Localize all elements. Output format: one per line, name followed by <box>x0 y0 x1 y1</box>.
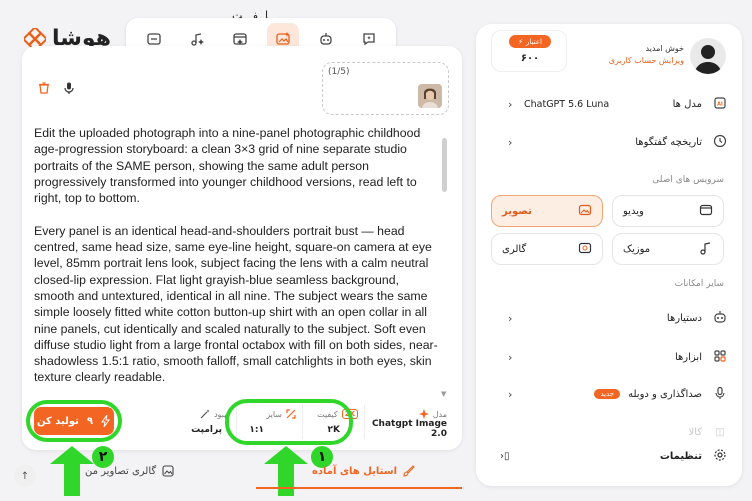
service-video-icon <box>699 203 713 220</box>
chevron-left-icon: ‹ <box>508 311 513 325</box>
sidebar-item-assistants[interactable]: دستیارها ‹ <box>486 304 734 332</box>
gear-icon <box>710 448 730 465</box>
chevron-left-icon: ‹ <box>508 97 513 111</box>
robot-icon <box>710 310 730 327</box>
portrait-thumbnail-icon <box>418 84 442 108</box>
new-badge: جدید <box>594 389 621 399</box>
sidebar-item-dubbing[interactable]: صداگذاری و دوبله جدید ‹ <box>486 380 734 408</box>
service-music-icon <box>699 241 713 258</box>
service-image-icon <box>578 203 592 220</box>
collapse-sidebar-icon[interactable]: ▯‹ <box>500 451 510 462</box>
model-label-row: مدل <box>371 409 447 419</box>
service-video-button[interactable]: ویدیو <box>612 195 724 227</box>
tools-label: ابزارها <box>674 351 702 363</box>
service-video-label: ویدیو <box>623 205 644 217</box>
credit-label: اعتبار <box>526 37 542 46</box>
uploaded-image-thumbnail[interactable] <box>418 84 442 108</box>
annotation-ring-settings <box>225 399 353 445</box>
sidebar-item-history[interactable]: تاریخچه گفتگوها ‹ <box>486 128 734 156</box>
generate-cost: ۹ <box>86 415 94 427</box>
sidebar-item-models[interactable]: AI مدل ها ChatGPT 5.6 Luna ‹ <box>486 90 734 118</box>
folder-icon <box>146 33 161 45</box>
settings-label: تنظیمات <box>659 450 702 462</box>
active-tab-indicator <box>256 487 462 489</box>
service-music-button[interactable]: موزیک <box>612 233 724 265</box>
sidebar-item-tools[interactable]: ابزارها ‹ <box>486 343 734 371</box>
prompt-scrollbar[interactable]: ▼ <box>441 134 449 398</box>
sidebar-item-settings[interactable]: تنظیمات ▯‹ <box>486 442 734 470</box>
service-gallery-button[interactable]: گالری <box>491 233 603 265</box>
generate-label: تولید کن <box>36 415 79 427</box>
chevron-left-icon: ‹ <box>508 387 513 401</box>
assistants-label: دستیارها <box>666 312 702 324</box>
sparkle-icon <box>418 409 429 419</box>
tab-my-gallery[interactable]: گالری تصاویر من <box>85 465 174 477</box>
image-sparkle-icon <box>275 32 290 45</box>
tab-preset-styles[interactable]: استایل های آماده <box>312 465 415 477</box>
microphone-icon <box>64 82 74 94</box>
service-gallery-label: گالری <box>502 243 527 255</box>
model-selector[interactable]: مدل Chatgpt Image 2.0 <box>365 405 453 439</box>
avatar[interactable] <box>690 38 726 74</box>
enhance-label-row: بهبود <box>176 409 230 419</box>
model-label: مدل <box>432 409 447 419</box>
magic-wand-icon <box>200 409 210 419</box>
brush-icon <box>403 465 415 477</box>
main-services-title: سرویس های اصلی <box>652 175 724 185</box>
svg-text:AI: AI <box>717 101 723 107</box>
arrow-up-icon: ↑ <box>20 470 30 482</box>
tab-gallery-label: گالری تصاویر من <box>85 465 157 477</box>
tab-presets-label: استایل های آماده <box>312 465 398 477</box>
upload-count: (1/5) <box>328 67 350 77</box>
video-sparkle-icon <box>232 33 247 45</box>
music-sparkle-icon <box>190 33 204 46</box>
service-image-button[interactable]: تصویر <box>491 195 603 227</box>
credit-badge: اعتبار ⚡ <box>509 35 551 48</box>
delete-button[interactable] <box>37 80 51 99</box>
scrollbar-thumb[interactable] <box>442 138 447 192</box>
lightning-icon <box>101 415 110 427</box>
voice-input-button[interactable] <box>62 80 76 99</box>
service-gallery-icon <box>578 241 592 258</box>
image-icon <box>162 465 174 477</box>
selected-model: ChatGPT 5.6 Luna <box>524 98 610 110</box>
lightning-small-icon: ⚡ <box>518 37 524 46</box>
clock-icon <box>710 134 730 151</box>
tools-icon <box>710 349 730 366</box>
scroll-top-button[interactable]: ↑ <box>14 465 36 487</box>
history-label: تاریخچه گفتگوها <box>635 136 702 148</box>
model-value: Chatgpt Image 2.0 <box>371 419 447 439</box>
voice-icon <box>710 386 730 403</box>
service-music-label: موزیک <box>623 243 651 255</box>
ai-chip-icon: AI <box>710 96 730 113</box>
service-image-label: تصویر <box>502 205 532 217</box>
scroll-down-arrow-icon[interactable]: ▼ <box>441 390 446 398</box>
faded-label: کالا <box>688 426 702 438</box>
chat-bubble-icon <box>362 33 375 46</box>
chevron-left-icon: ‹ <box>508 135 513 149</box>
prompt-textarea[interactable]: Edit the uploaded photograph into a nine… <box>34 125 442 385</box>
credit-card[interactable]: اعتبار ⚡ ۶۰۰ <box>491 30 567 72</box>
credit-value: ۶۰۰ <box>520 53 540 64</box>
chevron-left-icon: ‹ <box>508 350 513 364</box>
generate-button[interactable]: تولید کن ۹ <box>34 407 114 435</box>
user-icon <box>694 45 722 74</box>
trash-icon <box>39 82 49 94</box>
enhance-value: پرامپت <box>191 425 222 435</box>
robot-icon <box>319 33 332 45</box>
models-label: مدل ها <box>672 98 702 110</box>
item-icon: ◫ <box>715 426 725 438</box>
edit-profile-link[interactable]: ویرایش حساب کاربری <box>590 56 684 65</box>
other-features-title: سایر امکانات <box>674 279 724 289</box>
welcome-text: خوش امدید <box>645 44 684 53</box>
dubbing-label: صداگذاری و دوبله <box>628 388 702 400</box>
